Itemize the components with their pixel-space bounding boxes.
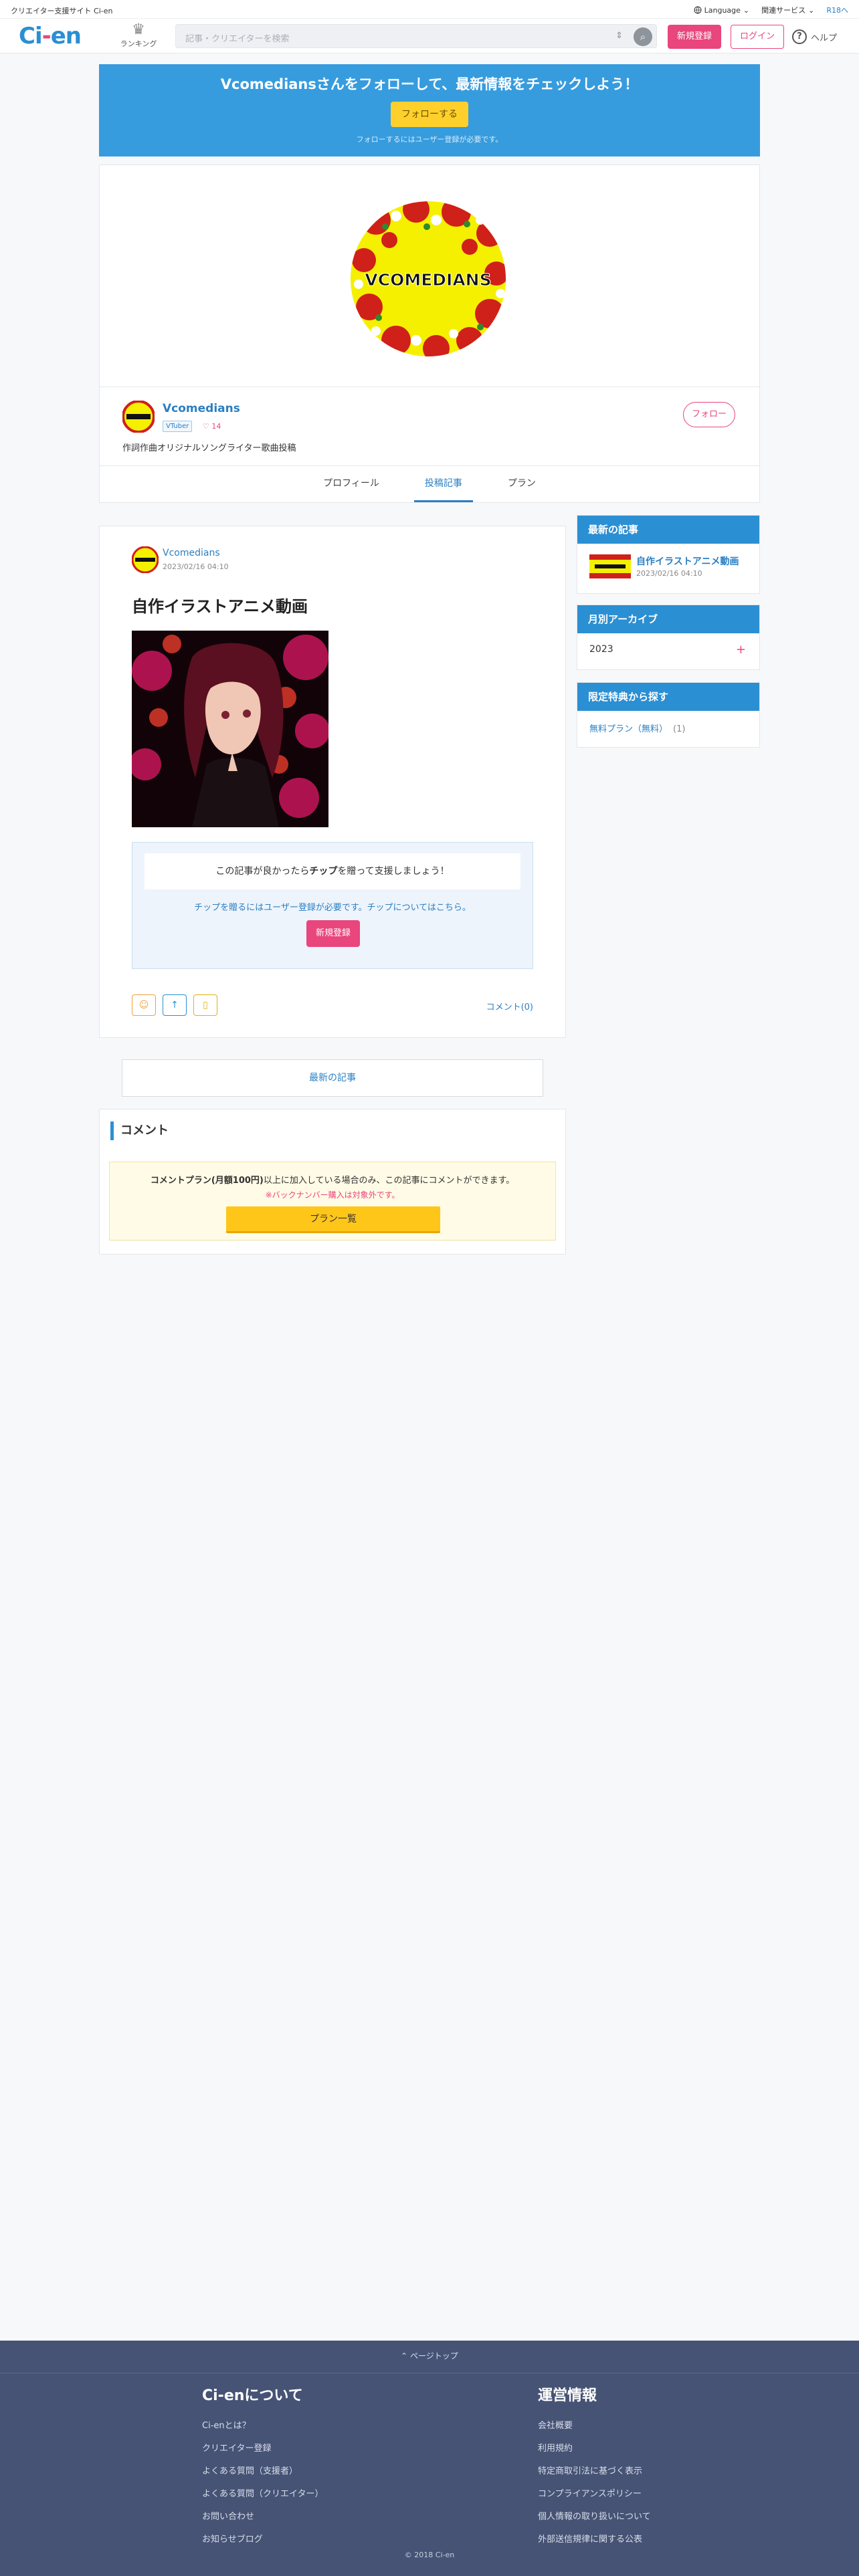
sidebar-limited: 限定特典から探す 無料プラン（無料） (1) (577, 682, 760, 748)
reaction-icon[interactable]: ☺ (132, 994, 156, 1016)
globe-icon (694, 6, 702, 14)
help-icon: ? (792, 29, 807, 44)
footer-about: Ci-enについて Ci-enとは？ クリエイター登録 よくある質問（支援者） … (202, 2383, 323, 2555)
creator-logo-image: VCOMEDIANS (351, 201, 506, 356)
footer-link[interactable]: 外部送信規律に関する公表 (538, 2532, 651, 2545)
latest-article-thumbnail[interactable] (589, 554, 631, 578)
sidebar-latest-heading: 最新の記事 (577, 516, 759, 544)
footer-link[interactable]: 個人情報の取り扱いについて (538, 2509, 651, 2522)
fan-count: ♡ 14 (203, 422, 221, 431)
chevron-up-icon: ⌃ (401, 2351, 411, 2361)
latest-article-date: 2023/02/16 04:10 (636, 569, 702, 578)
creator-hero: VCOMEDIANS (100, 165, 759, 387)
tip-prompt: この記事が良かったらチップを贈って支援しましょう！ (145, 853, 520, 889)
tab-profile[interactable]: プロフィール (312, 466, 390, 502)
register-button[interactable]: 新規登録 (668, 25, 721, 49)
expand-plus-icon[interactable]: + (736, 643, 746, 657)
tab-plans[interactable]: プラン (497, 466, 547, 502)
ranking-link[interactable]: ♛ ランキング (117, 22, 160, 49)
archive-year-2023[interactable]: 2023 (589, 644, 613, 655)
creator-tabs: プロフィール 投稿記事 プラン (100, 466, 759, 502)
creator-logo-text: VCOMEDIANS (365, 270, 491, 290)
footer-ops-heading: 運営情報 (538, 2387, 597, 2404)
footer-link[interactable]: コンプライアンスポリシー (538, 2486, 651, 2499)
top-bar-links: Language ⌄ 関連サービス ⌄ R18へ (694, 5, 848, 15)
creator-tag[interactable]: VTuber (163, 421, 193, 432)
comments-heading: コメント (110, 1121, 169, 1140)
plan-list-button[interactable]: プラン一覧 (226, 1206, 440, 1233)
search-icon[interactable]: ⌕ (634, 27, 652, 46)
creator-info: Vcomedians VTuber ♡ 14 作詞作曲オリジナルソングライター歌… (100, 387, 759, 466)
latest-article-title[interactable]: 自作イラストアニメ動画 (636, 554, 739, 568)
help-link[interactable]: ? ヘルプ (792, 29, 837, 44)
article-title: 自作イラストアニメ動画 (132, 597, 308, 616)
footer-link[interactable]: 利用規約 (538, 2441, 651, 2454)
free-plan-count: (1) (673, 724, 686, 734)
related-services-label: 関連サービス (761, 6, 806, 15)
footer-link[interactable]: クリエイター登録 (202, 2441, 323, 2454)
search-sort-icon[interactable]: ⇕ (615, 31, 623, 41)
creator-description: 作詞作曲オリジナルソングライター歌曲投稿 (122, 443, 296, 453)
search-input[interactable]: 記事・クリエイターを検索 (185, 31, 289, 44)
language-selector[interactable]: Language ⌄ (694, 5, 750, 15)
comment-plan-notice: コメントプラン(月額100円)以上に加入している場合のみ、この記事にコメントがで… (150, 1176, 515, 1186)
creator-avatar[interactable] (122, 401, 155, 433)
follow-banner-message: Vcomediansさんをフォローして、最新情報をチェックしよう！ (220, 76, 639, 92)
related-services-menu[interactable]: 関連サービス ⌄ (761, 5, 814, 15)
footer-link[interactable]: 特定商取引法に基づく表示 (538, 2464, 651, 2476)
tab-posts[interactable]: 投稿記事 (413, 466, 473, 502)
footer-link[interactable]: Ci-enとは？ (202, 2418, 323, 2431)
comment-plan-box: コメントプラン(月額100円)以上に加入している場合のみ、この記事にコメントがで… (109, 1162, 556, 1241)
follow-creator-button[interactable]: フォロー (683, 402, 735, 427)
page-top-link[interactable]: ⌃ ページトップ (0, 2350, 859, 2373)
tip-register-button[interactable]: 新規登録 (306, 920, 360, 947)
footer-about-heading: Ci-enについて (202, 2387, 303, 2404)
comments-section: コメント コメントプラン(月額100円)以上に加入している場合のみ、この記事にコ… (99, 1109, 566, 1255)
backnumber-note: ※バックナンバー購入は対象外です。 (265, 1190, 400, 1200)
sidebar-latest: 最新の記事 自作イラストアニメ動画 2023/02/16 04:10 (577, 515, 760, 594)
footer-link[interactable]: よくある質問（クリエイター） (202, 2486, 323, 2499)
footer-link[interactable]: よくある質問（支援者） (202, 2464, 323, 2476)
footer-link[interactable]: 会社概要 (538, 2418, 651, 2431)
sidebar-limited-heading: 限定特典から探す (577, 683, 759, 711)
follow-banner: Vcomediansさんをフォローして、最新情報をチェックしよう！ フォローする… (99, 64, 760, 156)
footer-link[interactable]: お知らせブログ (202, 2532, 323, 2545)
bookmark-icon[interactable]: ▯ (193, 994, 217, 1016)
ci-en-logo[interactable]: Ci-en (19, 23, 82, 49)
tip-info-link[interactable]: チップを贈るにはユーザー登録が必要です。チップについてはこちら。 (132, 900, 533, 913)
tip-box: この記事が良かったらチップを贈って支援しましょう！ チップを贈るにはユーザー登録… (132, 842, 533, 969)
crown-icon: ♛ (132, 21, 145, 38)
site-description: クリエイター支援サイト Ci-en (11, 7, 113, 15)
sidebar-archive: 月別アーカイブ 2023 + (577, 605, 760, 670)
article-illustration[interactable] (132, 631, 328, 827)
chevron-down-icon: ⌄ (743, 5, 750, 15)
follow-note: フォローするにはユーザー登録が必要です。 (356, 135, 503, 144)
ranking-label: ランキング (120, 39, 157, 48)
free-plan-link[interactable]: 無料プラン（無料） (1) (589, 722, 685, 734)
copyright: © 2018 Ci-en (404, 2551, 455, 2559)
article-actions: ☺ ↑ ▯ (132, 994, 217, 1016)
author-avatar[interactable] (132, 546, 159, 573)
footer-operations: 運営情報 会社概要 利用規約 特定商取引法に基づく表示 コンプライアンスポリシー… (538, 2383, 651, 2555)
sidebar-archive-heading: 月別アーカイブ (577, 605, 759, 633)
search-bar: 記事・クリエイターを検索 ⇕ ⌕ (175, 24, 657, 48)
login-button[interactable]: ログイン (731, 25, 784, 49)
header: Ci-en ♛ ランキング 記事・クリエイターを検索 ⇕ ⌕ 新規登録 ログイン… (0, 19, 859, 53)
article-date: 2023/02/16 04:10 (163, 562, 229, 571)
latest-articles-button[interactable]: 最新の記事 (122, 1059, 543, 1097)
comment-count-link[interactable]: コメント(0) (486, 1000, 533, 1012)
help-label: ヘルプ (811, 33, 838, 43)
chevron-down-icon: ⌄ (808, 5, 815, 15)
footer-link[interactable]: お問い合わせ (202, 2509, 323, 2522)
share-icon[interactable]: ↑ (163, 994, 187, 1016)
article-author[interactable]: Vcomedians (163, 548, 220, 558)
follow-button[interactable]: フォローする (391, 102, 468, 127)
top-bar: クリエイター支援サイト Ci-en Language ⌄ 関連サービス ⌄ R1… (0, 0, 859, 19)
footer: ⌃ ページトップ Ci-enについて Ci-enとは？ クリエイター登録 よくあ… (0, 2341, 859, 2576)
creator-name[interactable]: Vcomedians (163, 402, 240, 415)
r18-link[interactable]: R18へ (826, 5, 848, 15)
language-label: Language (704, 5, 741, 15)
creator-panel: VCOMEDIANS Vcomedians VTuber ♡ 14 作詞作曲オリ… (99, 165, 760, 503)
article-card: Vcomedians 2023/02/16 04:10 自作イラストアニメ動画 … (99, 526, 566, 1038)
